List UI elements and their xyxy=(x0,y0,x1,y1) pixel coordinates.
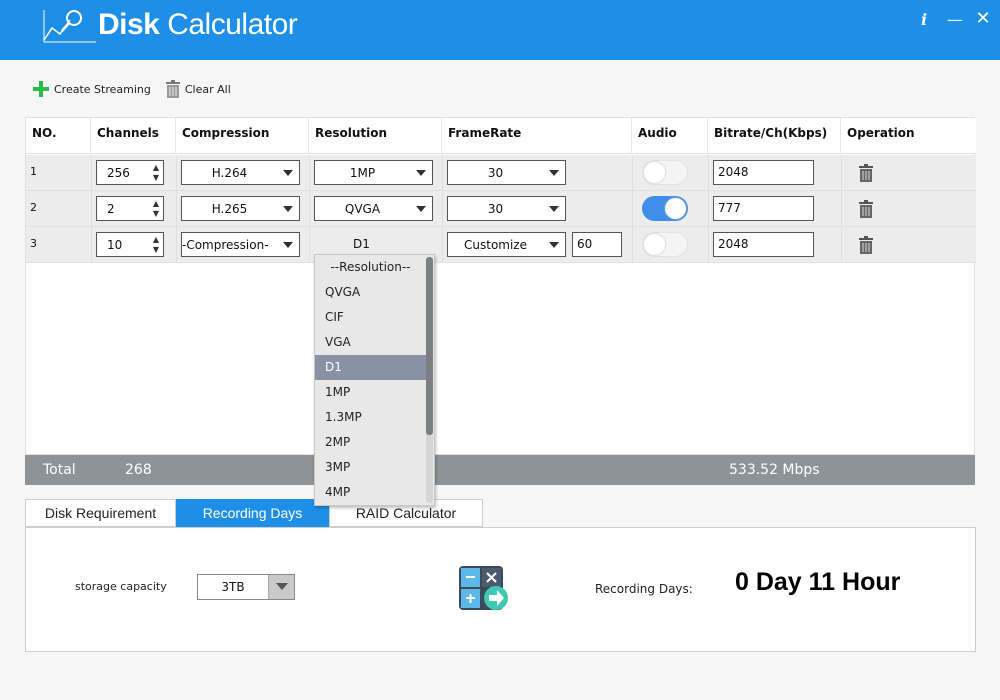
chevron-down-icon xyxy=(549,206,559,212)
delete-row-icon[interactable] xyxy=(858,236,874,254)
audio-toggle[interactable] xyxy=(642,160,688,185)
custom-framerate-input[interactable]: 60 xyxy=(572,232,622,257)
clear-all-label: Clear All xyxy=(184,82,231,96)
dropdown-option[interactable]: --Resolution-- xyxy=(315,255,426,280)
dropdown-option[interactable]: 1.3MP xyxy=(315,405,426,430)
delete-row-icon[interactable] xyxy=(858,164,874,182)
row-number: 3 xyxy=(30,237,37,250)
scrollbar-thumb[interactable] xyxy=(426,257,433,435)
header-channels: Channels xyxy=(91,118,176,154)
clear-all-button[interactable]: Clear All xyxy=(165,80,231,98)
dropdown-scrollbar[interactable] xyxy=(426,257,433,503)
compression-select[interactable]: -Compression- xyxy=(181,232,300,257)
row-number: 1 xyxy=(30,165,37,178)
chevron-down-icon xyxy=(416,170,426,176)
channels-stepper[interactable]: 256 ▲ ▼ xyxy=(96,160,164,185)
chevron-down-icon xyxy=(549,242,559,248)
dropdown-option[interactable]: 1MP xyxy=(315,380,426,405)
title-bar: Disk Calculator i — ✕ xyxy=(0,0,1000,60)
table-row: 2 2 ▲ ▼ H.265 QVGA 30 777 xyxy=(26,191,976,227)
audio-toggle[interactable] xyxy=(642,196,688,221)
streams-table: NO. Channels Compression Resolution Fram… xyxy=(25,117,976,455)
plus-icon xyxy=(33,81,49,97)
total-bar: Total 268 533.52 Mbps xyxy=(25,455,975,485)
create-streaming-label: Create Streaming xyxy=(54,82,151,96)
delete-row-icon[interactable] xyxy=(858,200,874,218)
header-audio: Audio xyxy=(632,118,708,154)
chevron-down-icon xyxy=(283,206,293,212)
resolution-select-open[interactable]: D1 xyxy=(353,237,370,251)
table-row: 1 256 ▲ ▼ H.264 1MP 30 2048 xyxy=(26,155,976,191)
tab-disk-requirement[interactable]: Disk Requirement xyxy=(25,499,176,527)
header-resolution: Resolution xyxy=(309,118,442,154)
app-logo-icon xyxy=(43,10,96,43)
dropdown-option[interactable]: 4MP xyxy=(315,480,426,505)
resolution-select[interactable]: 1MP xyxy=(314,160,433,185)
resolution-select[interactable]: QVGA xyxy=(314,196,433,221)
header-no: NO. xyxy=(26,118,91,154)
info-icon[interactable]: i xyxy=(914,10,934,29)
toolbar: Create Streaming Clear All xyxy=(32,78,245,100)
framerate-select[interactable]: 30 xyxy=(447,160,566,185)
resolution-dropdown-list: --Resolution-- QVGA CIF VGA D1 1MP 1.3MP… xyxy=(314,254,435,506)
table-row: 3 10 ▲ ▼ -Compression- D1 Customize 60 204… xyxy=(26,227,976,263)
dropdown-option[interactable]: VGA xyxy=(315,330,426,355)
header-compression: Compression xyxy=(176,118,309,154)
recording-days-label: Recording Days: xyxy=(595,582,693,596)
stepper-arrows-icon[interactable]: ▲ ▼ xyxy=(153,235,159,255)
minimize-icon[interactable]: — xyxy=(945,10,965,29)
storage-capacity-select[interactable]: 3TB xyxy=(197,574,295,600)
bitrate-input[interactable]: 2048 xyxy=(713,232,814,257)
channels-stepper[interactable]: 2 ▲ ▼ xyxy=(96,196,164,221)
chevron-down-icon xyxy=(283,242,293,248)
dropdown-option[interactable]: QVGA xyxy=(315,280,426,305)
channels-stepper[interactable]: 10 ▲ ▼ xyxy=(96,232,164,257)
total-channels: 268 xyxy=(125,462,152,478)
compression-select[interactable]: H.264 xyxy=(181,160,300,185)
total-label: Total xyxy=(43,462,76,478)
bitrate-input[interactable]: 2048 xyxy=(713,160,814,185)
chevron-down-icon[interactable] xyxy=(268,575,294,599)
calculator-icon[interactable] xyxy=(459,566,511,612)
dropdown-option[interactable]: CIF xyxy=(315,305,426,330)
app-title: Disk Calculator xyxy=(98,8,298,41)
close-icon[interactable]: ✕ xyxy=(973,8,993,29)
total-bitrate: 533.52 Mbps xyxy=(729,462,820,478)
header-bitrate: Bitrate/Ch(Kbps) xyxy=(708,118,841,154)
bitrate-input[interactable]: 777 xyxy=(713,196,814,221)
stepper-arrows-icon[interactable]: ▲ ▼ xyxy=(153,199,159,219)
chevron-down-icon xyxy=(416,206,426,212)
row-number: 2 xyxy=(30,201,37,214)
stepper-arrows-icon[interactable]: ▲ ▼ xyxy=(153,163,159,183)
recording-days-panel: storage capacity 3TB Recording Days: 0 D… xyxy=(25,527,976,652)
tab-recording-days[interactable]: Recording Days xyxy=(176,499,329,527)
dropdown-option-selected[interactable]: D1 xyxy=(315,355,426,380)
header-framerate: FrameRate xyxy=(442,118,632,154)
framerate-select[interactable]: 30 xyxy=(447,196,566,221)
recording-days-result: 0 Day 11 Hour xyxy=(735,568,901,596)
trash-icon xyxy=(165,80,180,98)
header-operation: Operation xyxy=(847,126,915,140)
chevron-down-icon xyxy=(283,170,293,176)
table-header: NO. Channels Compression Resolution Fram… xyxy=(26,118,976,154)
compression-select[interactable]: H.265 xyxy=(181,196,300,221)
audio-toggle[interactable] xyxy=(642,232,688,257)
chevron-down-icon xyxy=(549,170,559,176)
dropdown-option[interactable]: 2MP xyxy=(315,430,426,455)
framerate-select[interactable]: Customize xyxy=(447,232,566,257)
create-streaming-button[interactable]: Create Streaming xyxy=(32,80,151,98)
dropdown-option[interactable]: 3MP xyxy=(315,455,426,480)
storage-capacity-label: storage capacity xyxy=(75,580,167,593)
